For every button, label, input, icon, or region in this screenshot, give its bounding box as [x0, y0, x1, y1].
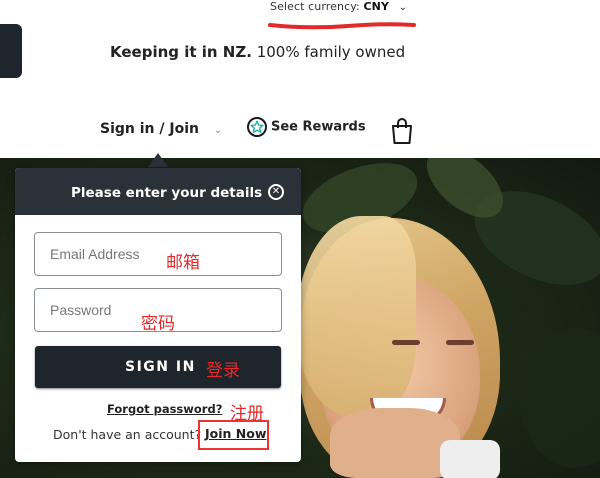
hair-front	[296, 216, 416, 416]
currency-selector[interactable]: Select currency: CNY ⌄	[270, 0, 407, 13]
no-account-text: Don't have an account?	[53, 427, 202, 442]
shopping-bag-icon[interactable]	[390, 117, 414, 145]
tagline: Keeping it in NZ. 100% family owned	[110, 43, 405, 61]
forgot-password-link[interactable]: Forgot password?	[107, 402, 222, 416]
password-annotation: 密码	[141, 314, 175, 334]
close-icon[interactable]: ✕	[268, 184, 284, 200]
chevron-down-icon: ⌄	[213, 125, 223, 136]
star-circle-icon	[247, 117, 267, 137]
signin-join-label: Sign in / Join	[100, 121, 199, 137]
foliage	[520, 328, 600, 468]
eye	[392, 340, 420, 345]
email-annotation: 邮箱	[166, 253, 200, 273]
login-panel-title: Please enter your details	[71, 185, 263, 201]
signin-join-menu[interactable]: Sign in / Join ⌄	[100, 121, 222, 137]
tagline-bold: Keeping it in NZ.	[110, 43, 252, 61]
eye	[446, 340, 474, 345]
tagline-rest: 100% family owned	[251, 43, 406, 61]
currency-code: CNY	[363, 0, 390, 13]
side-tab[interactable]	[0, 24, 22, 78]
signin-annotation: 登录	[206, 361, 240, 381]
shirt	[440, 440, 500, 478]
email-field[interactable]	[34, 232, 282, 276]
chevron-down-icon: ⌄	[398, 2, 408, 13]
dropdown-arrow	[148, 153, 168, 167]
register-annotation: 注册	[230, 404, 264, 424]
see-rewards-link[interactable]: See Rewards	[247, 117, 366, 137]
login-panel-header: Please enter your details ✕	[15, 168, 301, 215]
currency-label: Select currency:	[270, 0, 360, 13]
sign-in-button[interactable]: SIGN IN	[35, 346, 281, 388]
red-underline-annotation	[268, 22, 416, 30]
join-now-highlight-box	[198, 420, 269, 450]
see-rewards-label: See Rewards	[271, 119, 366, 135]
